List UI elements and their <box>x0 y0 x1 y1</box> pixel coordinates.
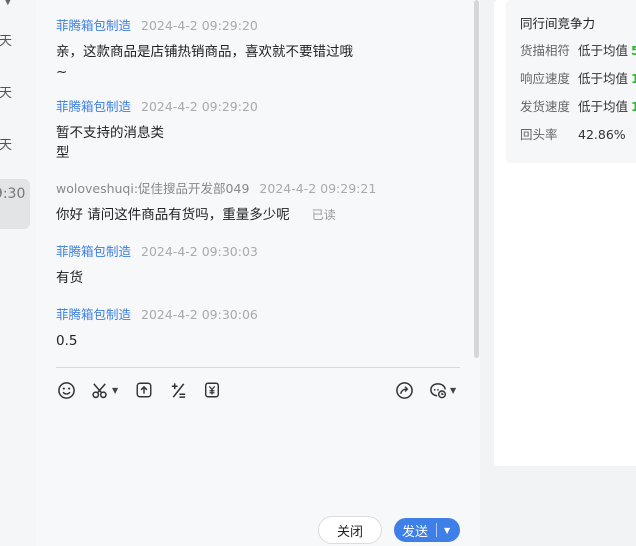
message-meta: 菲腾箱包制造 2024-4-2 09:29:20 <box>56 96 258 115</box>
message-line: 你好 请问这件商品有货吗，重量多少呢 <box>56 207 290 223</box>
send-button[interactable]: 发送 ▼ <box>394 518 460 542</box>
competition-box: 同行间竞争力 货描相符 低于均值 5 响应速度 低于均值 1 发货速度 低于均值 1 回头率… <box>506 0 636 163</box>
input-divider <box>56 367 460 368</box>
competition-title: 同行间竞争力 <box>520 16 596 31</box>
message-line: 亲，这款商品是店铺热销商品，喜欢就不要错过哦 <box>56 44 353 60</box>
message-time: 2024-4-2 09:29:21 <box>259 181 377 196</box>
message: woloveshuqi:促佳搜品开发部049 2024-4-2 09:29:21 … <box>56 178 376 225</box>
upload-icon[interactable] <box>135 380 153 400</box>
shop-card: 同行间竞争力 货描相符 低于均值 5 响应速度 低于均值 1 发货速度 低于均值 1 回头率… <box>494 0 636 466</box>
competition-number: 1 <box>631 71 636 86</box>
chevron-down-icon[interactable]: ▼ <box>4 0 12 7</box>
message-meta: 菲腾箱包制造 2024-4-2 09:30:06 <box>56 304 258 323</box>
competition-label: 回头率 <box>520 127 558 142</box>
competition-row: 发货速度 低于均值 1 <box>520 96 636 115</box>
quick-phrase-icon[interactable] <box>169 380 188 400</box>
message-sender[interactable]: 菲腾箱包制造 <box>56 18 131 33</box>
message-sender[interactable]: 菲腾箱包制造 <box>56 307 131 322</box>
message-sender[interactable]: 菲腾箱包制造 <box>56 244 131 259</box>
chat-scrollbar[interactable] <box>474 0 479 358</box>
message-line: 暂不支持的消息类 <box>56 125 164 141</box>
conversation-item-date[interactable]: 昨天 <box>0 134 12 153</box>
competition-row: 货描相符 低于均值 5 <box>520 40 636 59</box>
share-icon[interactable] <box>395 380 414 400</box>
message-text: 有货 <box>56 268 258 288</box>
competition-value: 低于均值 <box>578 99 629 114</box>
scissors-icon[interactable]: ▼ <box>91 380 118 400</box>
send-divider <box>436 523 438 537</box>
competition-number: 5 <box>631 43 636 58</box>
competition-number: 1 <box>631 99 636 114</box>
competition-value: 低于均值 <box>578 71 629 86</box>
message-line: 型 <box>56 145 70 161</box>
competition-value: 42.86% <box>578 127 626 142</box>
message-text: 你好 请问这件商品有货吗，重量多少呢 已读 <box>56 205 376 225</box>
chat-history-icon[interactable]: ▼ <box>428 380 456 400</box>
message: 菲腾箱包制造 2024-4-2 09:30:03 有货 <box>56 241 258 288</box>
message-line: 有货 <box>56 270 83 286</box>
message-time: 2024-4-2 09:29:20 <box>141 99 258 114</box>
conversation-list: ▼ 昨天 昨天 昨天 09:30 <box>0 0 36 546</box>
conversation-item-date[interactable]: 昨天 <box>0 82 12 101</box>
message-sender[interactable]: woloveshuqi:促佳搜品开发部049 <box>56 181 249 196</box>
message-time: 2024-4-2 09:30:03 <box>141 244 258 259</box>
message-meta: woloveshuqi:促佳搜品开发部049 2024-4-2 09:29:21 <box>56 178 376 197</box>
send-button-label: 发送 <box>402 524 429 540</box>
message-time: 2024-4-2 09:30:06 <box>141 307 258 322</box>
message: 菲腾箱包制造 2024-4-2 09:29:20 亲，这款商品是店铺热销商品，喜欢… <box>56 15 353 82</box>
chevron-down-icon[interactable]: ▼ <box>450 386 456 395</box>
message: 菲腾箱包制造 2024-4-2 09:30:06 0.5 <box>56 304 258 351</box>
coupon-icon[interactable] <box>203 380 221 400</box>
competition-row: 回头率 42.86% <box>520 124 626 143</box>
conversation-item-date[interactable]: 昨天 <box>0 30 12 49</box>
message-line: 0.5 <box>56 333 78 349</box>
chevron-down-icon[interactable]: ▼ <box>444 526 450 535</box>
message-line: ~ <box>56 64 68 80</box>
conversation-item-active[interactable]: 09:30 <box>0 179 30 229</box>
message-text: 0.5 <box>56 331 258 351</box>
shop-info-panel: 同行间竞争力 货描相符 低于均值 5 响应速度 低于均值 1 发货速度 低于均值 1 回头率… <box>480 0 636 546</box>
message-text: 暂不支持的消息类 型 <box>56 123 258 163</box>
close-button[interactable]: 关闭 <box>318 516 382 544</box>
message-time: 2024-4-2 09:29:20 <box>141 18 258 33</box>
chevron-down-icon[interactable]: ▼ <box>112 386 118 395</box>
message-sender[interactable]: 菲腾箱包制造 <box>56 99 131 114</box>
message-meta: 菲腾箱包制造 2024-4-2 09:29:20 <box>56 15 353 34</box>
competition-label: 响应速度 <box>520 71 571 86</box>
competition-label: 发货速度 <box>520 99 571 114</box>
message-meta: 菲腾箱包制造 2024-4-2 09:30:03 <box>56 241 258 260</box>
competition-value: 低于均值 <box>578 43 629 58</box>
message: 菲腾箱包制造 2024-4-2 09:29:20 暂不支持的消息类 型 <box>56 96 258 163</box>
message-text: 亲，这款商品是店铺热销商品，喜欢就不要错过哦 ~ <box>56 42 353 82</box>
chat-panel: 菲腾箱包制造 2024-4-2 09:29:20 亲，这款商品是店铺热销商品，喜欢… <box>36 0 480 546</box>
emoji-icon[interactable] <box>57 380 76 400</box>
read-status: 已读 <box>311 208 336 222</box>
competition-label: 货描相符 <box>520 43 571 58</box>
conversation-item-time: 09:30 <box>0 186 26 202</box>
competition-row: 响应速度 低于均值 1 <box>520 68 636 87</box>
